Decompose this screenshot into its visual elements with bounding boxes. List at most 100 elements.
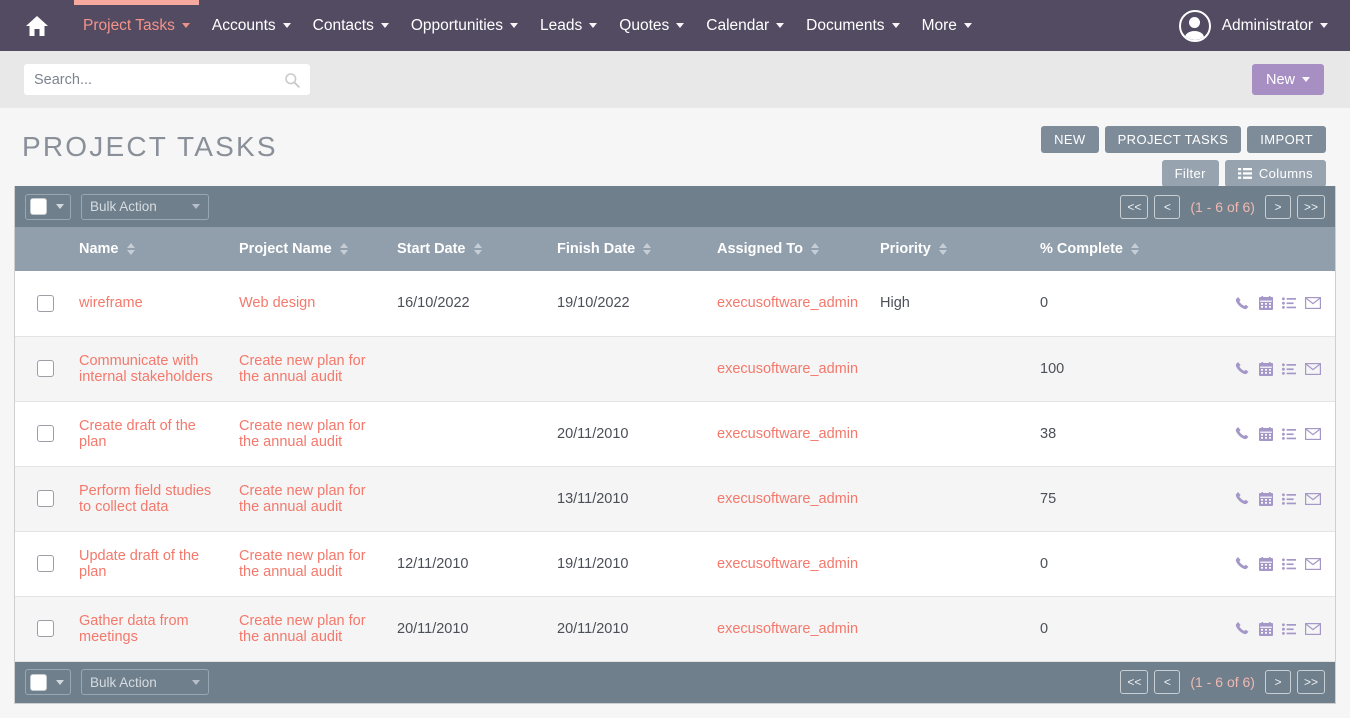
table-row[interactable]: Perform field studies to collect data Cre… <box>15 466 1335 531</box>
pagination-last-top[interactable]: >> <box>1296 194 1325 219</box>
project-name[interactable]: Create new plan for the annual audit <box>239 483 366 515</box>
nav-item-documents[interactable]: Documents <box>795 0 910 51</box>
new-button[interactable]: NEW <box>1041 126 1099 153</box>
assigned-to[interactable]: execusoftware_admin <box>717 491 858 507</box>
header-project-name[interactable]: Project Name <box>229 227 387 271</box>
pagination-first-bottom[interactable]: << <box>1120 670 1149 694</box>
assigned-to[interactable]: execusoftware_admin <box>717 556 858 572</box>
header-start-date[interactable]: Start Date <box>387 227 547 271</box>
envelope-icon[interactable] <box>1305 622 1321 635</box>
project-name[interactable]: Create new plan for the annual audit <box>239 353 366 385</box>
task-name[interactable]: wireframe <box>79 295 143 311</box>
list-icon[interactable] <box>1282 297 1296 310</box>
pagination-last-bottom[interactable]: >> <box>1296 670 1325 694</box>
row-checkbox[interactable] <box>37 294 54 312</box>
calendar-icon[interactable] <box>1259 491 1273 506</box>
task-name[interactable]: Communicate with internal stakeholders <box>79 353 213 385</box>
search-icon[interactable] <box>284 72 300 88</box>
search-box[interactable] <box>24 64 310 95</box>
nav-item-quotes[interactable]: Quotes <box>608 0 695 51</box>
project-tasks-button[interactable]: PROJECT TASKS <box>1104 126 1242 153</box>
row-checkbox[interactable] <box>37 555 54 572</box>
header-finish-date[interactable]: Finish Date <box>547 227 707 271</box>
pagination-next-bottom[interactable]: > <box>1264 670 1291 694</box>
list-icon[interactable] <box>1282 558 1296 570</box>
select-all-checkbox-bottom[interactable] <box>30 673 47 691</box>
list-icon[interactable] <box>1282 623 1296 635</box>
envelope-icon[interactable] <box>1305 362 1321 375</box>
assigned-to[interactable]: execusoftware_admin <box>717 621 858 637</box>
sort-icon[interactable] <box>643 243 652 255</box>
import-button[interactable]: IMPORT <box>1247 126 1326 153</box>
calendar-icon[interactable] <box>1259 556 1273 571</box>
pagination-next-top[interactable]: > <box>1264 194 1291 219</box>
phone-icon[interactable] <box>1235 361 1250 376</box>
bulk-action-select-bottom[interactable]: Bulk Action <box>81 669 209 695</box>
nav-item-accounts[interactable]: Accounts <box>201 0 302 51</box>
phone-icon[interactable] <box>1235 426 1250 441</box>
bulk-action-select-top[interactable]: Bulk Action <box>81 193 209 220</box>
table-row[interactable]: Gather data from meetings Create new plan… <box>15 596 1335 661</box>
filter-button[interactable]: Filter <box>1161 160 1219 187</box>
search-input[interactable] <box>34 71 284 88</box>
header-name[interactable]: Name <box>69 227 229 271</box>
list-icon[interactable] <box>1282 428 1296 440</box>
project-name[interactable]: Create new plan for the annual audit <box>239 418 366 450</box>
sort-icon[interactable] <box>339 243 348 255</box>
table-row[interactable]: Update draft of the plan Create new plan … <box>15 531 1335 596</box>
assigned-to[interactable]: execusoftware_admin <box>717 295 858 311</box>
project-name[interactable]: Create new plan for the annual audit <box>239 548 366 580</box>
phone-icon[interactable] <box>1235 621 1250 636</box>
row-checkbox[interactable] <box>37 425 54 442</box>
calendar-icon[interactable] <box>1259 296 1273 311</box>
columns-button[interactable]: Columns <box>1224 160 1326 187</box>
envelope-icon[interactable] <box>1305 492 1321 505</box>
nav-item-calendar[interactable]: Calendar <box>695 0 795 51</box>
pagination-prev-top[interactable]: < <box>1154 194 1181 219</box>
envelope-icon[interactable] <box>1305 297 1321 310</box>
assigned-to[interactable]: execusoftware_admin <box>717 361 858 377</box>
sort-icon[interactable] <box>473 243 482 255</box>
sort-icon[interactable] <box>938 243 947 255</box>
select-all-checkbox-top[interactable] <box>30 198 47 215</box>
header-priority[interactable]: Priority <box>870 227 1030 271</box>
user-menu[interactable]: Administrator <box>1178 0 1328 51</box>
sort-icon[interactable] <box>810 243 819 255</box>
nav-item-opportunities[interactable]: Opportunities <box>400 0 529 51</box>
project-name[interactable]: Web design <box>239 295 315 311</box>
calendar-icon[interactable] <box>1259 361 1273 376</box>
nav-item-contacts[interactable]: Contacts <box>302 0 400 51</box>
envelope-icon[interactable] <box>1305 427 1321 440</box>
calendar-icon[interactable] <box>1259 621 1273 636</box>
project-name[interactable]: Create new plan for the annual audit <box>239 613 366 645</box>
task-name[interactable]: Update draft of the plan <box>79 548 199 580</box>
list-icon[interactable] <box>1282 493 1296 505</box>
pagination-prev-bottom[interactable]: < <box>1154 670 1181 694</box>
envelope-icon[interactable] <box>1305 557 1321 570</box>
select-all-dropdown-bottom[interactable] <box>25 669 71 695</box>
phone-icon[interactable] <box>1235 491 1250 506</box>
row-checkbox[interactable] <box>37 620 54 637</box>
nav-item-project-tasks[interactable]: Project Tasks <box>72 0 201 51</box>
calendar-icon[interactable] <box>1259 426 1273 441</box>
task-name[interactable]: Perform field studies to collect data <box>79 483 211 515</box>
task-name[interactable]: Gather data from meetings <box>79 613 189 645</box>
task-name[interactable]: Create draft of the plan <box>79 418 196 450</box>
row-checkbox[interactable] <box>37 490 54 507</box>
new-record-button[interactable]: New <box>1251 64 1324 95</box>
nav-item-more[interactable]: More <box>911 0 983 51</box>
pagination-first-top[interactable]: << <box>1120 194 1149 219</box>
home-icon[interactable] <box>24 0 50 51</box>
list-icon[interactable] <box>1282 363 1296 375</box>
sort-icon[interactable] <box>126 243 135 255</box>
table-row[interactable]: Communicate with internal stakeholders Cr… <box>15 336 1335 401</box>
row-checkbox[interactable] <box>37 360 54 377</box>
nav-item-leads[interactable]: Leads <box>529 0 608 51</box>
header-assigned-to[interactable]: Assigned To <box>707 227 870 271</box>
sort-icon[interactable] <box>1131 243 1139 255</box>
table-row[interactable]: wireframe Web design 16/10/2022 19/10/2022 e… <box>15 271 1335 336</box>
phone-icon[interactable] <box>1235 556 1250 571</box>
table-row[interactable]: Create draft of the plan Create new plan … <box>15 401 1335 466</box>
select-all-dropdown-top[interactable] <box>25 193 71 220</box>
assigned-to[interactable]: execusoftware_admin <box>717 426 858 442</box>
